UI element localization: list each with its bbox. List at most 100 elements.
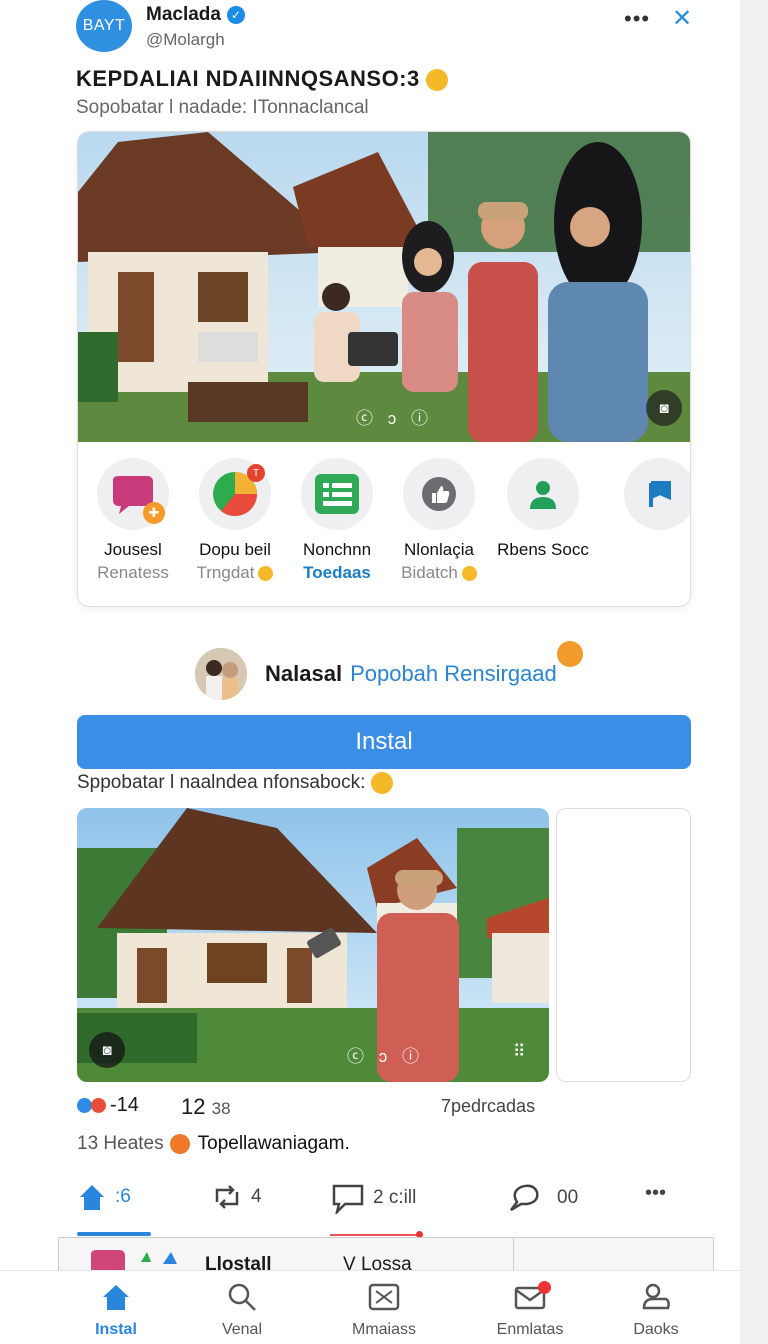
post-photo[interactable]: ⓒ ɔ ⓘ ◙ xyxy=(78,132,690,442)
tab-mmaiass[interactable]: Mmaiass xyxy=(324,1281,444,1339)
comment-action[interactable]: 2 c:ill xyxy=(331,1182,416,1214)
recommend-name[interactable]: Nalasal xyxy=(265,661,342,687)
post-caption: Sppobatar l naalndea nfonsabock: xyxy=(77,772,394,794)
home-icon xyxy=(80,1185,104,1210)
tab-venal[interactable]: Venal xyxy=(182,1281,302,1339)
tab-label: Instal xyxy=(95,1321,137,1338)
tab-label: Venal xyxy=(221,1321,263,1338)
post-subtitle: Sopobatar l nadade: ITonnaclancal xyxy=(76,97,369,118)
app-sub-text: Bidatch xyxy=(401,563,458,582)
app-item-nlonlacia[interactable]: Nlonlaçia Bidatch xyxy=(384,458,494,583)
reply-action[interactable]: 00 xyxy=(507,1182,578,1214)
bottom-tab-bar: Instal Venal Mmaiass Enmlatas Daoks xyxy=(0,1270,740,1344)
likes-text: Topellawaniagam. xyxy=(197,1133,350,1154)
next-card-preview[interactable]: Llostall V Lossa xyxy=(58,1237,714,1271)
app-item-partial[interactable] xyxy=(590,458,690,530)
tab-label: Daoks xyxy=(633,1321,679,1338)
user-handle: @Molargh xyxy=(146,30,225,49)
share-count[interactable]: 7pedrcadas xyxy=(441,1096,535,1117)
like-reaction-icon xyxy=(77,1098,92,1113)
reaction-count-text: -14 xyxy=(110,1094,139,1116)
app-name: Nonchnn xyxy=(302,540,372,559)
village-scene-image xyxy=(78,132,690,442)
likes-row[interactable]: 13 Heates Topellawaniagam. xyxy=(77,1133,350,1155)
post-title-text: KEPDALIAI NDAIINNQSANSO:3 xyxy=(76,66,420,91)
app-icons-strip xyxy=(91,1250,177,1271)
reaction-count[interactable]: -14 xyxy=(77,1094,139,1117)
comment-icon xyxy=(332,1184,364,1214)
close-icon[interactable]: ✕ xyxy=(672,4,692,33)
post-caption-text: Sppobatar l naalndea nfonsabock: xyxy=(77,772,366,794)
flag-icon xyxy=(624,458,690,530)
comment-count-text: 12 xyxy=(181,1094,206,1119)
username[interactable]: Maclada ✓ xyxy=(146,4,245,26)
app-page: BAYT Maclada ✓ @Molargh ••• ✕ KEPDALIAI … xyxy=(0,0,740,1344)
camera-icon[interactable]: ◙ xyxy=(89,1032,125,1068)
more-horizontal-icon[interactable]: ••• xyxy=(624,6,650,32)
app-row: ✚ Jousesl Renatess T Dopu beil Trngdat N… xyxy=(78,442,690,606)
profile-icon xyxy=(596,1281,716,1313)
next-card-title: Llostall xyxy=(205,1254,272,1271)
retweet-icon xyxy=(215,1185,239,1209)
app-name: Rbens Socc xyxy=(497,540,589,559)
reply-icon xyxy=(510,1184,539,1212)
media-controls[interactable]: ⓒ ɔ ⓘ xyxy=(347,1042,424,1067)
avatar[interactable] xyxy=(195,648,247,700)
camera-icon[interactable]: ◙ xyxy=(646,390,682,426)
recommend-link[interactable]: Popobah Rensirgaad xyxy=(350,661,557,687)
app-name: Dopu beil xyxy=(199,540,271,559)
app-name: Nlonlaçia xyxy=(404,540,474,559)
post-header: BAYT Maclada ✓ @Molargh ••• ✕ xyxy=(76,0,696,56)
comment-action-count: 2 c:ill xyxy=(373,1187,417,1208)
tab-instal[interactable]: Instal xyxy=(56,1281,176,1339)
media-card: ⓒ ɔ ⓘ ◙ ✚ Jousesl Renatess T Dopu beil T… xyxy=(77,131,691,607)
tab-label: Mmaiass xyxy=(351,1321,416,1338)
notification-badge xyxy=(538,1281,551,1294)
emoji-icon xyxy=(371,772,394,794)
list-card-icon xyxy=(301,458,373,530)
tab-daoks[interactable]: Daoks xyxy=(596,1281,716,1339)
search-icon xyxy=(182,1281,302,1313)
grid-dots-icon[interactable]: ⠿ xyxy=(513,1042,525,1062)
pie-chart-icon: T xyxy=(199,458,271,530)
action-bar: :6 4 2 c:ill 00 ••• xyxy=(77,1182,697,1222)
install-button[interactable]: Instal xyxy=(77,715,691,769)
post-photo-2[interactable]: ◙ ⓒ ɔ ⓘ ⠿ xyxy=(77,808,549,1082)
home-icon xyxy=(56,1281,176,1313)
comment-count-small: 38 xyxy=(211,1099,231,1118)
username-text[interactable]: Maclada xyxy=(146,4,221,26)
media-controls[interactable]: ⓒ ɔ ⓘ xyxy=(356,404,433,429)
side-preview-card[interactable] xyxy=(556,808,691,1082)
page-edge xyxy=(740,0,768,1344)
app-sub-text: Trngdat xyxy=(196,563,255,582)
progress-line xyxy=(330,1234,422,1236)
home-action-count: :6 xyxy=(115,1186,131,1207)
verified-icon: ✓ xyxy=(226,6,245,24)
app-name: Jousesl xyxy=(104,540,162,559)
plus-badge-icon: ✚ xyxy=(143,502,165,524)
recommendation-row[interactable]: Nalasal Popobah Rensirgaad xyxy=(195,641,715,701)
retweet-action[interactable]: 4 xyxy=(211,1182,262,1212)
retweet-count: 4 xyxy=(251,1186,262,1207)
home-action[interactable]: :6 xyxy=(77,1182,131,1212)
account-avatar[interactable]: BAYT xyxy=(76,0,132,52)
app-sub: Renatess xyxy=(97,563,169,582)
app-sub: Bidatch xyxy=(384,563,494,583)
love-reaction-icon xyxy=(91,1098,106,1113)
notification-badge-icon: T xyxy=(247,464,265,482)
app-item-nonchnn[interactable]: Nonchnn Toedaas xyxy=(282,458,392,583)
divider xyxy=(513,1238,514,1271)
next-card-title-2: V Lossa xyxy=(343,1254,412,1271)
comment-count[interactable]: 12 38 xyxy=(181,1094,231,1120)
app-sub: Toedaas xyxy=(303,563,371,582)
more-horizontal-icon[interactable]: ••• xyxy=(645,1182,666,1205)
app-item-dopu-beil[interactable]: T Dopu beil Trngdat xyxy=(180,458,290,583)
app-item-rbens-socc[interactable]: Rbens Socc xyxy=(488,458,598,563)
stats-row: -14 12 38 7pedrcadas xyxy=(77,1092,697,1122)
emoji-icon xyxy=(461,566,477,582)
emoji-icon xyxy=(425,69,448,92)
app-item-jousesl[interactable]: ✚ Jousesl Renatess xyxy=(78,458,188,583)
image-icon xyxy=(324,1281,444,1313)
person-icon xyxy=(507,458,579,530)
tab-enmlatas[interactable]: Enmlatas xyxy=(470,1281,590,1339)
